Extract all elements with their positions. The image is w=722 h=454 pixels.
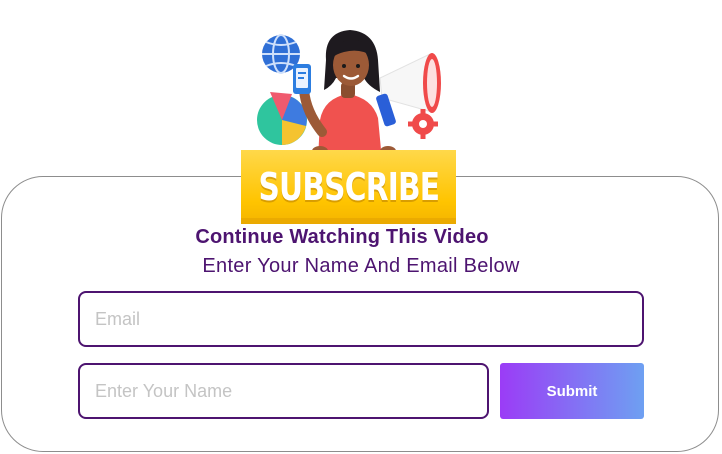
gear-icon [408,109,438,139]
pie-chart-icon [257,92,307,145]
subscribe-illustration: SUBSCRIBE [240,20,458,225]
subscribe-sign-text: SUBSCRIBE [258,165,440,209]
form-title: Continue Watching This Video [195,226,489,248]
subscribe-sign: SUBSCRIBE [241,150,456,224]
woman-character-illustration [257,30,441,160]
email-field[interactable] [78,291,644,347]
submit-button[interactable]: Submit [500,363,644,419]
optin-page: SUBSCRIBE Continue Watching This Video E… [0,0,722,454]
name-field[interactable] [78,363,489,419]
phone-icon [293,64,311,94]
form-subtitle: Enter Your Name And Email Below [202,255,520,277]
megaphone-icon [376,53,441,127]
